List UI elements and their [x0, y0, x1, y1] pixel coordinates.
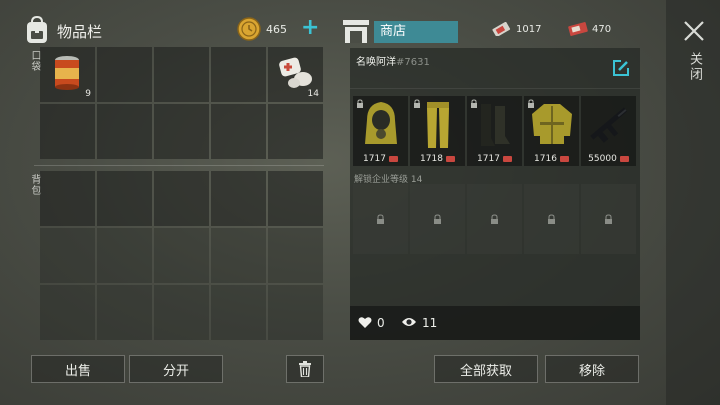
backpack-slot[interactable] [97, 285, 152, 340]
pocket-slot[interactable] [40, 104, 95, 159]
locked-slot [410, 184, 465, 254]
backpack-slot[interactable] [154, 228, 209, 283]
backpack-slot[interactable] [40, 285, 95, 340]
backpack-slot[interactable] [211, 171, 266, 226]
collect-all-button[interactable]: 全部获取 [434, 355, 538, 383]
shop-item-slot[interactable]: 1718 [410, 96, 465, 166]
pocket-slot[interactable] [154, 47, 209, 102]
backpack-slot[interactable] [97, 171, 152, 226]
heart-icon[interactable] [358, 316, 372, 329]
coin-balance: 465 [266, 23, 287, 36]
close-icon[interactable] [683, 20, 705, 42]
locked-slot [581, 184, 636, 254]
backpack-slot[interactable] [268, 228, 323, 283]
close-label[interactable]: 关闭 [685, 52, 704, 82]
backpack-slot[interactable] [40, 228, 95, 283]
silver-ticket-icon [492, 22, 511, 36]
locked-slot [467, 184, 522, 254]
rubber-boots-icon [481, 104, 510, 146]
lock-icon [377, 214, 384, 224]
backpack-slot[interactable] [211, 228, 266, 283]
assault-rifle-icon [590, 107, 628, 143]
pocket-slot[interactable] [154, 104, 209, 159]
lock-icon [434, 214, 441, 224]
red-ticket-icon [619, 156, 629, 162]
item-price: 1717 [353, 152, 408, 166]
hazmat-jacket-icon [532, 104, 572, 144]
shop-stats-bar [350, 306, 640, 340]
shop-item-slot[interactable]: 1717 [467, 96, 522, 166]
eye-icon [402, 318, 416, 326]
shop-tag: #7631 [396, 57, 430, 68]
backpack-slot[interactable] [97, 228, 152, 283]
shop-item-slot[interactable]: 55000 [581, 96, 636, 166]
shop-item-slot[interactable]: 1717 [353, 96, 408, 166]
canned-food-icon [55, 56, 79, 90]
price-value: 1718 [420, 154, 443, 164]
price-value: 1717 [363, 154, 386, 164]
split-button[interactable]: 分开 [129, 355, 223, 383]
section-divider [34, 165, 324, 166]
item-quantity: 9 [85, 89, 91, 99]
plus-icon[interactable]: + [301, 17, 319, 39]
view-count: 11 [422, 316, 438, 330]
lock-icon [414, 99, 420, 108]
red-ticket-icon [568, 22, 588, 36]
pocket-slot[interactable] [97, 47, 152, 102]
shop-title: 商店 [374, 21, 458, 43]
price-value: 1717 [477, 154, 500, 164]
item-price: 55000 [581, 152, 636, 166]
backpack-slot[interactable] [211, 285, 266, 340]
pocket-grid: 9 14 [40, 47, 323, 159]
pocket-slot[interactable] [268, 104, 323, 159]
edit-icon[interactable] [612, 59, 630, 77]
locked-slot [524, 184, 579, 254]
shop-item-row: 1717 1718 1717 1716 55000 [353, 96, 636, 166]
like-count: 0 [377, 316, 385, 330]
lock-icon [605, 214, 612, 224]
backpack-grid [40, 171, 323, 340]
item-price: 1717 [467, 152, 522, 166]
trash-icon [299, 361, 311, 377]
pocket-slot[interactable] [97, 104, 152, 159]
shop-separator [350, 88, 640, 89]
currency-b-balance: 470 [592, 24, 612, 35]
remove-button[interactable]: 移除 [545, 355, 639, 383]
pocket-slot[interactable] [211, 47, 266, 102]
pocket-slot[interactable]: 14 [268, 47, 323, 102]
hazmat-pants-icon [427, 102, 449, 148]
coin-icon [237, 17, 261, 41]
trash-button[interactable] [286, 355, 324, 383]
pocket-slot[interactable] [211, 104, 266, 159]
shop-name: 名唤阿洋#7631 [356, 53, 430, 68]
shop-item-slot[interactable]: 1716 [524, 96, 579, 166]
locked-slot [353, 184, 408, 254]
backpack-slot[interactable] [154, 171, 209, 226]
item-price: 1716 [524, 152, 579, 166]
shop-icon [343, 20, 369, 43]
locked-slot-row [353, 184, 636, 254]
red-ticket-icon [502, 156, 512, 162]
item-quantity: 14 [307, 89, 319, 99]
lock-icon [491, 214, 498, 224]
red-ticket-icon [445, 156, 455, 162]
lock-icon [548, 214, 555, 224]
backpack-icon [27, 16, 47, 43]
price-value: 55000 [588, 154, 617, 164]
shop-owner-name: 名唤阿洋 [356, 57, 396, 68]
backpack-slot[interactable] [40, 171, 95, 226]
sell-button[interactable]: 出售 [31, 355, 125, 383]
inventory-title: 物品栏 [57, 23, 103, 41]
price-value: 1716 [534, 154, 557, 164]
red-ticket-icon [388, 156, 398, 162]
item-price: 1718 [410, 152, 465, 166]
pocket-slot[interactable]: 9 [40, 47, 95, 102]
hazmat-hood-icon [365, 102, 397, 144]
currency-a-balance: 1017 [516, 24, 542, 35]
bandage-kit-icon [279, 57, 312, 88]
backpack-slot[interactable] [268, 171, 323, 226]
backpack-slot[interactable] [268, 285, 323, 340]
backpack-slot[interactable] [154, 285, 209, 340]
red-ticket-icon [559, 156, 569, 162]
